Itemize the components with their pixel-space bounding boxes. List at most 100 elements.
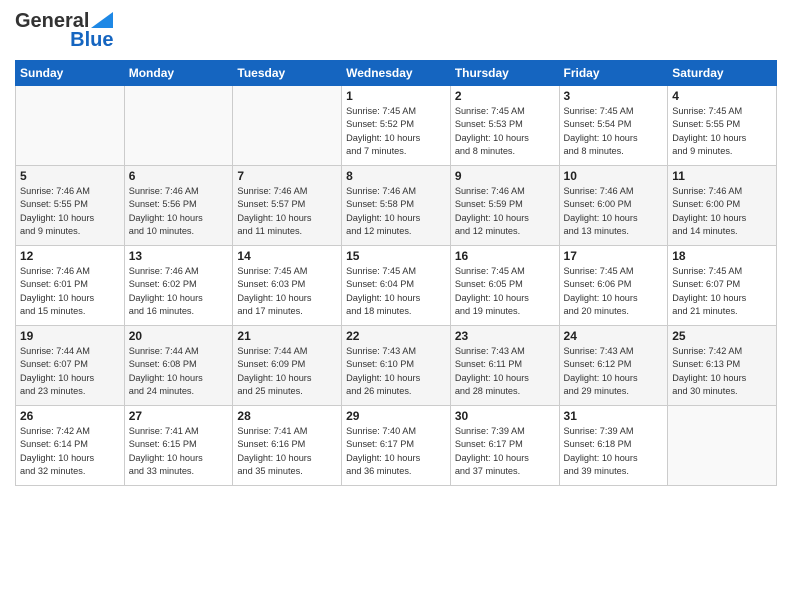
header: General Blue bbox=[15, 10, 777, 52]
weekday-header-saturday: Saturday bbox=[668, 61, 777, 86]
day-number: 23 bbox=[455, 329, 555, 343]
day-info: Sunrise: 7:46 AM Sunset: 6:00 PM Dayligh… bbox=[564, 185, 664, 238]
calendar-cell: 24 Sunrise: 7:43 AM Sunset: 6:12 PM Dayli… bbox=[559, 326, 668, 406]
day-info: Sunrise: 7:45 AM Sunset: 5:52 PM Dayligh… bbox=[346, 105, 446, 158]
weekday-header-wednesday: Wednesday bbox=[342, 61, 451, 86]
logo-blue: Blue bbox=[70, 29, 113, 52]
calendar-cell: 15Sunrise: 7:45 AM Sunset: 6:04 PM Dayli… bbox=[342, 246, 451, 326]
calendar-cell: 20Sunrise: 7:44 AM Sunset: 6:08 PM Dayli… bbox=[124, 326, 233, 406]
calendar-cell: 22 Sunrise: 7:43 AM Sunset: 6:10 PM Dayli… bbox=[342, 326, 451, 406]
calendar-cell: 6 Sunrise: 7:46 AM Sunset: 5:56 PM Daylig… bbox=[124, 166, 233, 246]
day-number: 6 bbox=[129, 169, 229, 183]
calendar-cell bbox=[233, 86, 342, 166]
day-info: Sunrise: 7:45 AM Sunset: 5:53 PM Dayligh… bbox=[455, 105, 555, 158]
calendar-cell bbox=[124, 86, 233, 166]
weekday-header-friday: Friday bbox=[559, 61, 668, 86]
day-number: 31 bbox=[564, 409, 664, 423]
logo-icon bbox=[91, 12, 113, 28]
day-number: 3 bbox=[564, 89, 664, 103]
day-number: 27 bbox=[129, 409, 229, 423]
day-number: 12 bbox=[20, 249, 120, 263]
day-info: Sunrise: 7:39 AM Sunset: 6:18 PM Dayligh… bbox=[564, 425, 664, 478]
weekday-header-thursday: Thursday bbox=[450, 61, 559, 86]
day-info: Sunrise: 7:46 AM Sunset: 6:00 PM Dayligh… bbox=[672, 185, 772, 238]
day-info: Sunrise: 7:46 AM Sunset: 5:58 PM Dayligh… bbox=[346, 185, 446, 238]
day-info: Sunrise: 7:46 AM Sunset: 6:02 PM Dayligh… bbox=[129, 265, 229, 318]
day-info: Sunrise: 7:42 AM Sunset: 6:13 PM Dayligh… bbox=[672, 345, 772, 398]
day-number: 28 bbox=[237, 409, 337, 423]
day-number: 10 bbox=[564, 169, 664, 183]
day-number: 17 bbox=[564, 249, 664, 263]
week-row: 19 Sunrise: 7:44 AM Sunset: 6:07 PM Dayli… bbox=[16, 326, 777, 406]
day-info: Sunrise: 7:45 AM Sunset: 6:03 PM Dayligh… bbox=[237, 265, 337, 318]
calendar-body: 1Sunrise: 7:45 AM Sunset: 5:52 PM Daylig… bbox=[16, 86, 777, 486]
day-number: 18 bbox=[672, 249, 772, 263]
calendar-cell: 28Sunrise: 7:41 AM Sunset: 6:16 PM Dayli… bbox=[233, 406, 342, 486]
calendar-cell: 21 Sunrise: 7:44 AM Sunset: 6:09 PM Dayli… bbox=[233, 326, 342, 406]
calendar-cell bbox=[16, 86, 125, 166]
day-info: Sunrise: 7:46 AM Sunset: 5:59 PM Dayligh… bbox=[455, 185, 555, 238]
week-row: 12 Sunrise: 7:46 AM Sunset: 6:01 PM Dayli… bbox=[16, 246, 777, 326]
calendar-container: General Blue SundayMondayTuesdayWednesda… bbox=[0, 0, 792, 612]
calendar-cell: 19 Sunrise: 7:44 AM Sunset: 6:07 PM Dayli… bbox=[16, 326, 125, 406]
calendar-cell: 13Sunrise: 7:46 AM Sunset: 6:02 PM Dayli… bbox=[124, 246, 233, 326]
day-number: 16 bbox=[455, 249, 555, 263]
day-info: Sunrise: 7:44 AM Sunset: 6:07 PM Dayligh… bbox=[20, 345, 120, 398]
day-number: 19 bbox=[20, 329, 120, 343]
calendar-cell: 30Sunrise: 7:39 AM Sunset: 6:17 PM Dayli… bbox=[450, 406, 559, 486]
calendar-cell: 27 Sunrise: 7:41 AM Sunset: 6:15 PM Dayli… bbox=[124, 406, 233, 486]
day-info: Sunrise: 7:44 AM Sunset: 6:08 PM Dayligh… bbox=[129, 345, 229, 398]
day-info: Sunrise: 7:43 AM Sunset: 6:10 PM Dayligh… bbox=[346, 345, 446, 398]
calendar-cell: 29 Sunrise: 7:40 AM Sunset: 6:17 PM Dayli… bbox=[342, 406, 451, 486]
day-info: Sunrise: 7:41 AM Sunset: 6:15 PM Dayligh… bbox=[129, 425, 229, 478]
week-row: 26Sunrise: 7:42 AM Sunset: 6:14 PM Dayli… bbox=[16, 406, 777, 486]
calendar-cell: 4 Sunrise: 7:45 AM Sunset: 5:55 PM Daylig… bbox=[668, 86, 777, 166]
day-info: Sunrise: 7:45 AM Sunset: 5:55 PM Dayligh… bbox=[672, 105, 772, 158]
day-info: Sunrise: 7:46 AM Sunset: 5:57 PM Dayligh… bbox=[237, 185, 337, 238]
day-number: 26 bbox=[20, 409, 120, 423]
day-number: 5 bbox=[20, 169, 120, 183]
day-info: Sunrise: 7:40 AM Sunset: 6:17 PM Dayligh… bbox=[346, 425, 446, 478]
weekday-header-monday: Monday bbox=[124, 61, 233, 86]
calendar-cell: 31 Sunrise: 7:39 AM Sunset: 6:18 PM Dayli… bbox=[559, 406, 668, 486]
day-number: 24 bbox=[564, 329, 664, 343]
day-number: 22 bbox=[346, 329, 446, 343]
calendar-cell bbox=[668, 406, 777, 486]
calendar-cell: 16 Sunrise: 7:45 AM Sunset: 6:05 PM Dayli… bbox=[450, 246, 559, 326]
calendar-cell: 5 Sunrise: 7:46 AM Sunset: 5:55 PM Daylig… bbox=[16, 166, 125, 246]
calendar-cell: 1Sunrise: 7:45 AM Sunset: 5:52 PM Daylig… bbox=[342, 86, 451, 166]
day-number: 4 bbox=[672, 89, 772, 103]
calendar-cell: 23 Sunrise: 7:43 AM Sunset: 6:11 PM Dayli… bbox=[450, 326, 559, 406]
logo: General Blue bbox=[15, 10, 113, 52]
day-number: 30 bbox=[455, 409, 555, 423]
calendar-cell: 9 Sunrise: 7:46 AM Sunset: 5:59 PM Daylig… bbox=[450, 166, 559, 246]
day-number: 21 bbox=[237, 329, 337, 343]
day-number: 2 bbox=[455, 89, 555, 103]
calendar-cell: 25Sunrise: 7:42 AM Sunset: 6:13 PM Dayli… bbox=[668, 326, 777, 406]
calendar-cell: 7Sunrise: 7:46 AM Sunset: 5:57 PM Daylig… bbox=[233, 166, 342, 246]
day-info: Sunrise: 7:46 AM Sunset: 5:56 PM Dayligh… bbox=[129, 185, 229, 238]
calendar-cell: 10 Sunrise: 7:46 AM Sunset: 6:00 PM Dayli… bbox=[559, 166, 668, 246]
calendar-cell: 18 Sunrise: 7:45 AM Sunset: 6:07 PM Dayli… bbox=[668, 246, 777, 326]
day-info: Sunrise: 7:44 AM Sunset: 6:09 PM Dayligh… bbox=[237, 345, 337, 398]
day-info: Sunrise: 7:45 AM Sunset: 6:06 PM Dayligh… bbox=[564, 265, 664, 318]
day-info: Sunrise: 7:45 AM Sunset: 6:07 PM Dayligh… bbox=[672, 265, 772, 318]
day-number: 29 bbox=[346, 409, 446, 423]
calendar-cell: 14 Sunrise: 7:45 AM Sunset: 6:03 PM Dayli… bbox=[233, 246, 342, 326]
day-number: 14 bbox=[237, 249, 337, 263]
weekday-header-sunday: Sunday bbox=[16, 61, 125, 86]
weekday-header-tuesday: Tuesday bbox=[233, 61, 342, 86]
week-row: 1Sunrise: 7:45 AM Sunset: 5:52 PM Daylig… bbox=[16, 86, 777, 166]
day-number: 15 bbox=[346, 249, 446, 263]
day-info: Sunrise: 7:45 AM Sunset: 6:05 PM Dayligh… bbox=[455, 265, 555, 318]
day-number: 8 bbox=[346, 169, 446, 183]
day-info: Sunrise: 7:46 AM Sunset: 6:01 PM Dayligh… bbox=[20, 265, 120, 318]
day-info: Sunrise: 7:43 AM Sunset: 6:11 PM Dayligh… bbox=[455, 345, 555, 398]
day-info: Sunrise: 7:43 AM Sunset: 6:12 PM Dayligh… bbox=[564, 345, 664, 398]
calendar-cell: 26Sunrise: 7:42 AM Sunset: 6:14 PM Dayli… bbox=[16, 406, 125, 486]
day-info: Sunrise: 7:46 AM Sunset: 5:55 PM Dayligh… bbox=[20, 185, 120, 238]
calendar-table: SundayMondayTuesdayWednesdayThursdayFrid… bbox=[15, 60, 777, 486]
day-number: 9 bbox=[455, 169, 555, 183]
calendar-cell: 12 Sunrise: 7:46 AM Sunset: 6:01 PM Dayli… bbox=[16, 246, 125, 326]
week-row: 5 Sunrise: 7:46 AM Sunset: 5:55 PM Daylig… bbox=[16, 166, 777, 246]
